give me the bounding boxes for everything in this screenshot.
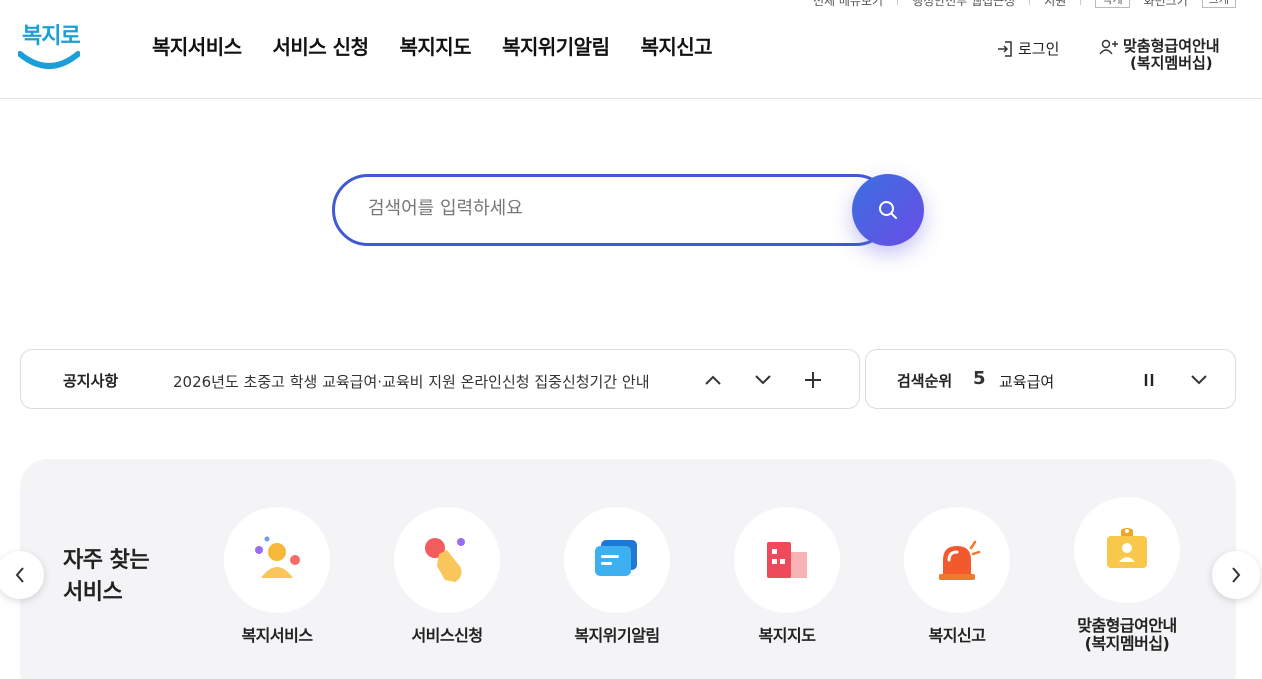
- logo-smile-icon: [18, 51, 80, 69]
- membership-link[interactable]: 맞춤형급여안내 (복지멤버십): [1099, 38, 1220, 72]
- chevron-right-icon: [1232, 567, 1241, 583]
- building-map-icon: [767, 542, 807, 578]
- membership-label-line2: (복지멤버십): [1129, 54, 1213, 72]
- service-icon-circle: [394, 507, 500, 613]
- membership-label-line1: 맞춤형급여안내: [1123, 37, 1220, 55]
- chevron-down-icon: [1191, 375, 1207, 385]
- login-label: 로그인: [1018, 40, 1060, 58]
- notice-text[interactable]: 2026년도 초중고 학생 교육급여·교육비 지원 온라인신청 집중신청기간 안…: [173, 371, 650, 392]
- search-icon: [879, 201, 897, 219]
- siren-icon: [939, 540, 981, 580]
- main-nav: 복지서비스 서비스 신청 복지지도 복지위기알림 복지신고: [152, 31, 713, 60]
- heading-line1: 자주 찾는: [63, 548, 150, 573]
- service-label: 복지서비스: [241, 626, 313, 645]
- service-icon-circle: [904, 507, 1010, 613]
- service-label-line2: (복지멤버십): [1084, 634, 1170, 653]
- service-item-welfare-service[interactable]: 복지서비스: [192, 507, 362, 645]
- notice-prev-button[interactable]: [701, 368, 725, 392]
- chevron-up-icon: [705, 375, 721, 385]
- chevron-left-icon: [15, 567, 24, 583]
- service-item-welfare-report[interactable]: 복지신고: [872, 507, 1042, 645]
- nav-crisis-alert[interactable]: 복지위기알림: [502, 31, 610, 60]
- membership-label: 맞춤형급여안내 (복지멤버십): [1123, 38, 1220, 72]
- service-icon-circle: [734, 507, 840, 613]
- service-label: 서비스신청: [411, 626, 483, 645]
- nav-welfare-report[interactable]: 복지신고: [640, 31, 712, 60]
- logo-text: 복지로: [22, 24, 81, 49]
- rank-expand-button[interactable]: [1187, 368, 1211, 392]
- rank-keyword[interactable]: 교육급여: [999, 371, 1054, 392]
- search-input[interactable]: [368, 194, 838, 222]
- rank-title: 검색순위: [897, 372, 953, 390]
- service-icon-circle: [564, 507, 670, 613]
- frequent-services-panel: 자주 찾는 서비스 복지서비스 서비스신청 복지위기알림 복지지도 복지신고 맞…: [20, 459, 1236, 679]
- frequent-services-heading: 자주 찾는 서비스: [63, 545, 150, 609]
- logo[interactable]: 복지로: [18, 18, 81, 70]
- service-label: 복지위기알림: [574, 626, 660, 645]
- rank-number: 5: [973, 368, 986, 389]
- service-item-crisis-alert[interactable]: 복지위기알림: [532, 507, 702, 645]
- service-label: 복지지도: [758, 626, 816, 645]
- nav-welfare-service[interactable]: 복지서비스: [152, 31, 242, 60]
- service-label: 복지신고: [928, 626, 986, 645]
- search-button[interactable]: [852, 174, 924, 246]
- service-label-line1: 맞춤형급여안내: [1077, 616, 1177, 635]
- message-icon: [595, 540, 637, 576]
- login-icon: [998, 40, 1012, 57]
- notice-bar: 공지사항 2026년도 초중고 학생 교육급여·교육비 지원 온라인신청 집중신…: [20, 349, 860, 409]
- add-user-icon: [1099, 39, 1118, 55]
- pause-icon: [1144, 374, 1154, 386]
- notice-more-button[interactable]: [801, 368, 825, 392]
- person-icon: [255, 536, 300, 578]
- search-rank-bar: 검색순위 5 교육급여: [865, 349, 1236, 409]
- notice-next-button[interactable]: [751, 368, 775, 392]
- plus-icon: [805, 372, 821, 388]
- nav-service-apply[interactable]: 서비스 신청: [273, 31, 369, 60]
- carousel-next-button[interactable]: [1212, 551, 1260, 599]
- service-label: 맞춤형급여안내 (복지멤버십): [1042, 617, 1212, 653]
- service-item-membership[interactable]: 맞춤형급여안내 (복지멤버십): [1042, 497, 1212, 653]
- service-item-welfare-map[interactable]: 복지지도: [702, 507, 872, 645]
- nav-welfare-map[interactable]: 복지지도: [399, 31, 471, 60]
- service-item-service-apply[interactable]: 서비스신청: [362, 507, 532, 645]
- search-box: [332, 174, 924, 246]
- heading-line2: 서비스: [63, 580, 123, 605]
- service-icon-circle: [224, 507, 330, 613]
- hand-pointer-icon: [425, 538, 465, 582]
- id-card-icon: [1107, 528, 1147, 568]
- service-icon-circle: [1074, 497, 1180, 603]
- site-header: 복지로 복지서비스 서비스 신청 복지지도 복지위기알림 복지신고 로그인 맞춤…: [0, 0, 1262, 99]
- rank-pause-button[interactable]: [1137, 368, 1161, 392]
- login-link[interactable]: 로그인: [996, 38, 1059, 59]
- notice-title: 공지사항: [63, 372, 119, 390]
- chevron-down-icon: [755, 375, 771, 385]
